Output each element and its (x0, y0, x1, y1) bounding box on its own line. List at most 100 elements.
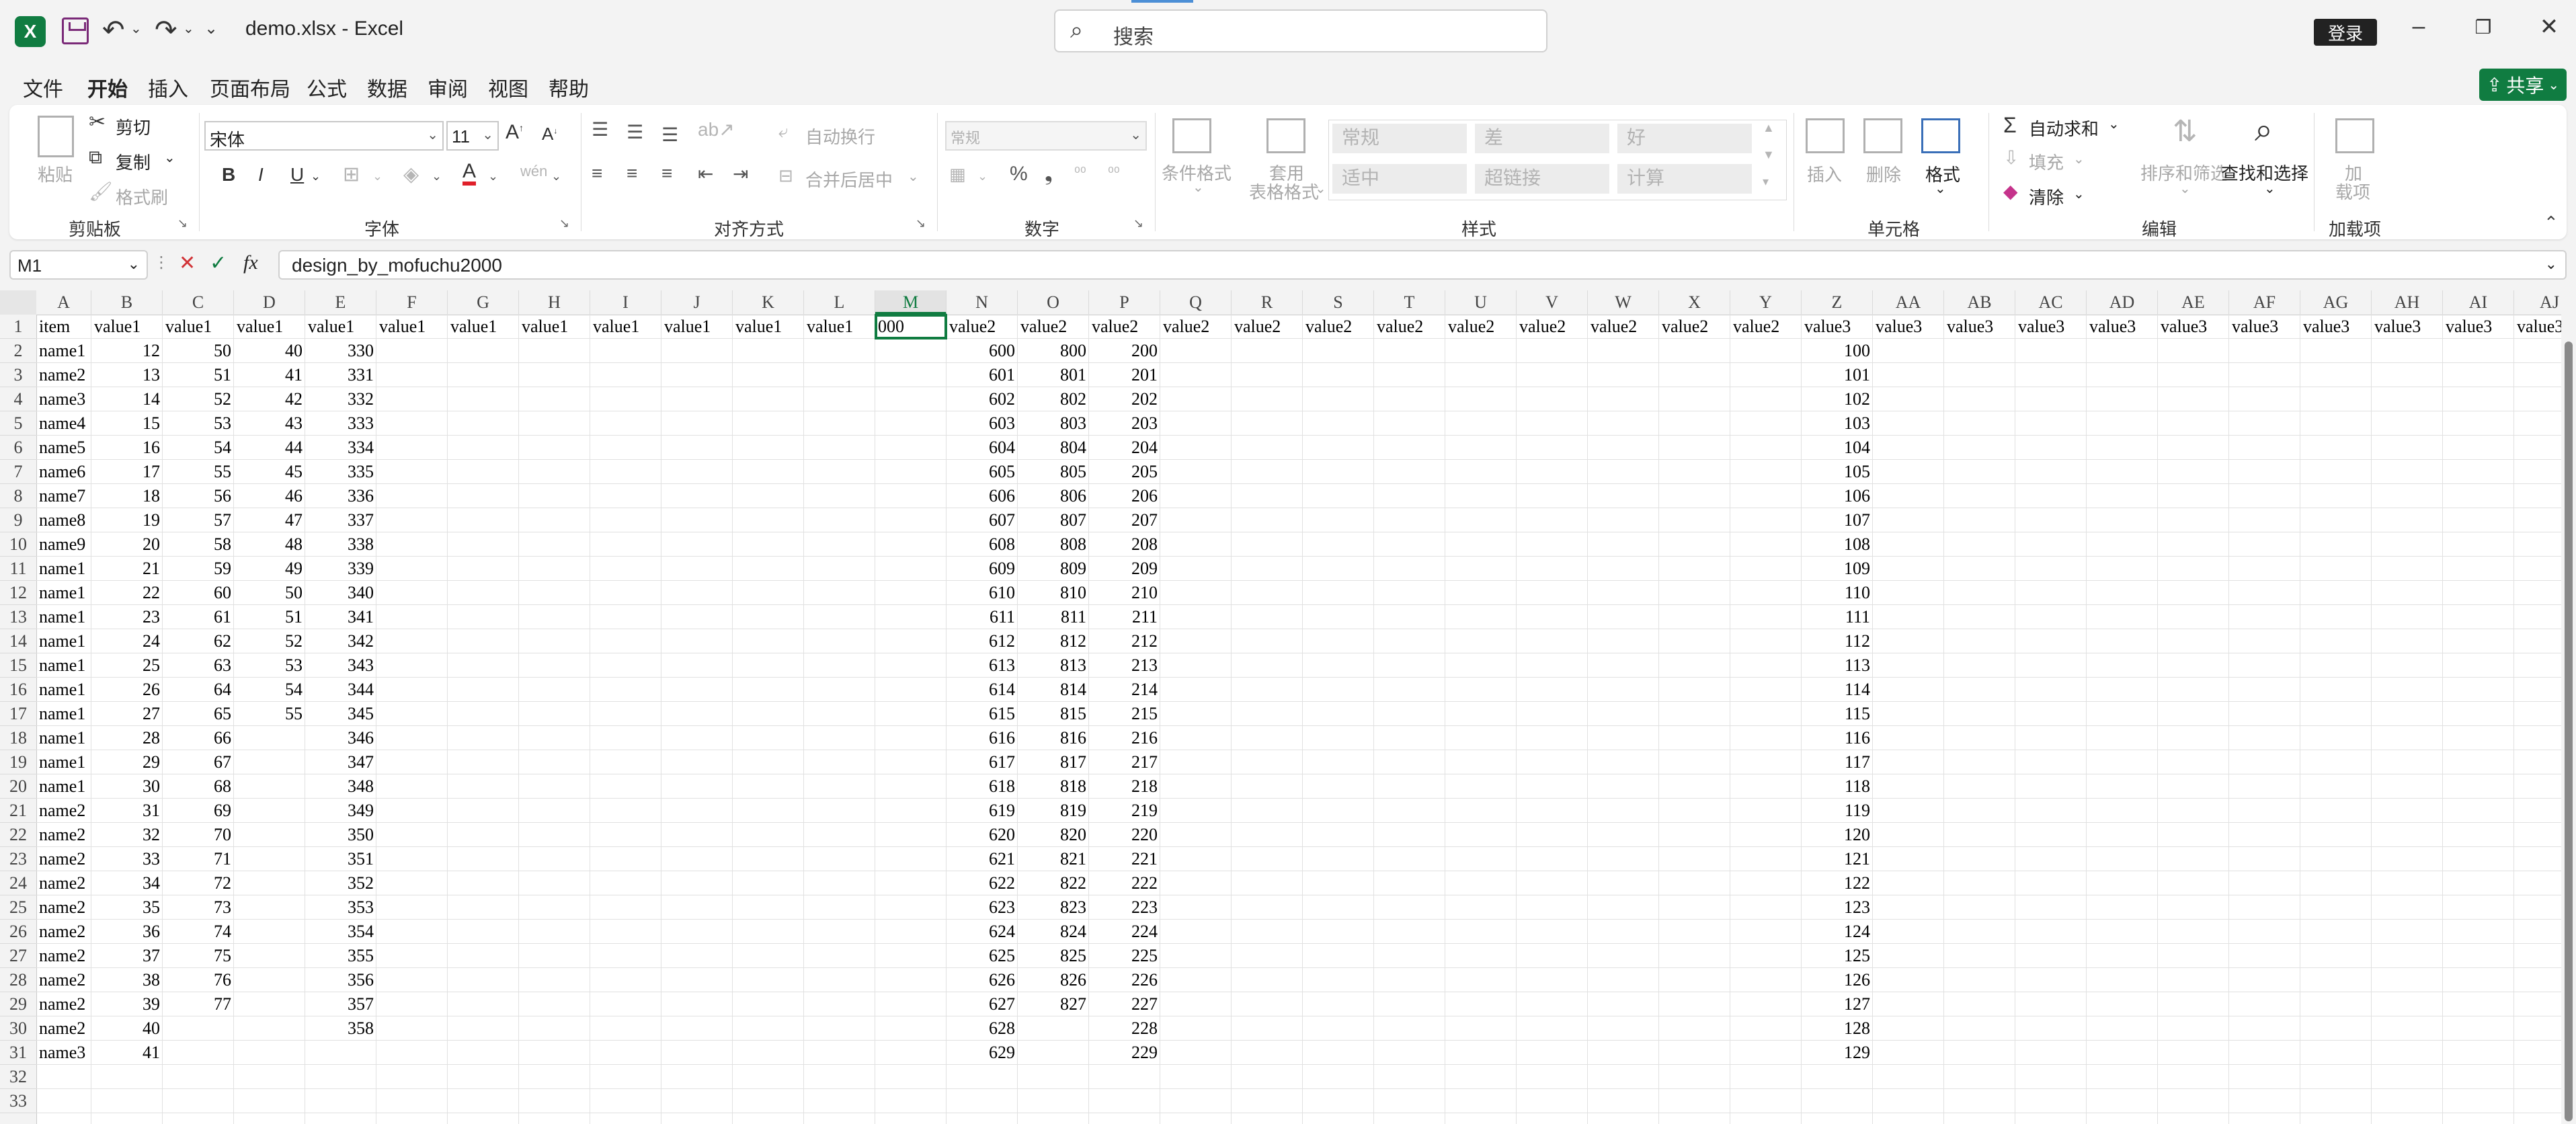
cell-p17[interactable]: 215 (1089, 702, 1160, 726)
cell-b20[interactable]: 30 (91, 774, 163, 799)
column-header-d[interactable]: D (234, 290, 305, 315)
cell-c10[interactable]: 58 (163, 532, 234, 557)
row-header-32[interactable]: 32 (0, 1065, 36, 1089)
cell-p29[interactable]: 227 (1089, 992, 1160, 1016)
cell-e22[interactable]: 350 (305, 823, 376, 847)
cell-z2[interactable]: 100 (1802, 339, 1873, 363)
cell-p1[interactable]: value2 (1089, 315, 1160, 339)
cell-z18[interactable]: 116 (1802, 726, 1873, 750)
cell-z8[interactable]: 106 (1802, 484, 1873, 508)
row-header-22[interactable]: 22 (0, 823, 36, 847)
copy-button[interactable]: 复制 (116, 149, 151, 174)
cancel-icon[interactable]: ✕ (179, 251, 196, 275)
cell-e10[interactable]: 338 (305, 532, 376, 557)
cell-a17[interactable]: name1 (36, 702, 91, 726)
fill-color-dropdown-icon[interactable]: ⌄ (432, 169, 442, 184)
cell-b10[interactable]: 20 (91, 532, 163, 557)
phonetic-dropdown-icon[interactable]: ⌄ (551, 169, 561, 184)
cell-o4[interactable]: 802 (1018, 387, 1089, 411)
row-header-30[interactable]: 30 (0, 1016, 36, 1041)
cell-z24[interactable]: 122 (1802, 871, 1873, 895)
cell-c13[interactable]: 61 (163, 605, 234, 629)
column-header-t[interactable]: T (1374, 290, 1445, 315)
accounting-format-icon[interactable]: ▦ (949, 164, 966, 185)
cell-n1[interactable]: value2 (947, 315, 1018, 339)
column-header-r[interactable]: R (1232, 290, 1303, 315)
tab-file[interactable]: 文件 (23, 73, 63, 102)
cell-p8[interactable]: 206 (1089, 484, 1160, 508)
cell-z10[interactable]: 108 (1802, 532, 1873, 557)
cell-b7[interactable]: 17 (91, 460, 163, 484)
cell-c17[interactable]: 65 (163, 702, 234, 726)
cell-p11[interactable]: 209 (1089, 557, 1160, 581)
column-header-ah[interactable]: AH (2372, 290, 2443, 315)
cell-e28[interactable]: 356 (305, 968, 376, 992)
tab-page-layout[interactable]: 页面布局 (210, 73, 290, 102)
cell-o8[interactable]: 806 (1018, 484, 1089, 508)
cell-n5[interactable]: 603 (947, 411, 1018, 436)
row-header-19[interactable]: 19 (0, 750, 36, 774)
cell-o15[interactable]: 813 (1018, 653, 1089, 678)
alignment-launcher-icon[interactable]: ↘ (916, 216, 926, 231)
cell-o9[interactable]: 807 (1018, 508, 1089, 532)
font-launcher-icon[interactable]: ↘ (559, 216, 569, 231)
vertical-scrollbar[interactable] (2561, 315, 2576, 1124)
cell-a5[interactable]: name4 (36, 411, 91, 436)
cell-ac1[interactable]: value3 (2015, 315, 2087, 339)
cell-z11[interactable]: 109 (1802, 557, 1873, 581)
cell-n12[interactable]: 610 (947, 581, 1018, 605)
name-box[interactable]: M1 ⌄ (9, 250, 148, 280)
cell-p14[interactable]: 212 (1089, 629, 1160, 653)
cell-p9[interactable]: 207 (1089, 508, 1160, 532)
cell-o17[interactable]: 815 (1018, 702, 1089, 726)
column-header-ab[interactable]: AB (1944, 290, 2015, 315)
column-header-e[interactable]: E (305, 290, 376, 315)
column-header-g[interactable]: G (448, 290, 519, 315)
font-color-icon[interactable]: A (462, 161, 477, 186)
cell-a7[interactable]: name6 (36, 460, 91, 484)
cell-o13[interactable]: 811 (1018, 605, 1089, 629)
cell-c16[interactable]: 64 (163, 678, 234, 702)
cell-p30[interactable]: 228 (1089, 1016, 1160, 1041)
cell-d15[interactable]: 53 (234, 653, 305, 678)
cell-z27[interactable]: 125 (1802, 944, 1873, 968)
cell-z13[interactable]: 111 (1802, 605, 1873, 629)
column-header-c[interactable]: C (163, 290, 234, 315)
select-all-corner[interactable] (0, 290, 36, 315)
cell-e11[interactable]: 339 (305, 557, 376, 581)
row-header-17[interactable]: 17 (0, 702, 36, 726)
column-header-aj[interactable]: AJ (2514, 290, 2576, 315)
cell-o20[interactable]: 818 (1018, 774, 1089, 799)
cell-a29[interactable]: name2 (36, 992, 91, 1016)
cell-c11[interactable]: 59 (163, 557, 234, 581)
cell-b27[interactable]: 37 (91, 944, 163, 968)
table-format-dropdown-icon[interactable]: ⌄ (1315, 180, 1326, 197)
cell-p27[interactable]: 225 (1089, 944, 1160, 968)
cell-l1[interactable]: value1 (804, 315, 875, 339)
cell-e6[interactable]: 334 (305, 436, 376, 460)
cell-o6[interactable]: 804 (1018, 436, 1089, 460)
cell-e9[interactable]: 337 (305, 508, 376, 532)
sort-filter-dropdown-icon[interactable]: ⌄ (2179, 180, 2191, 197)
phonetic-icon[interactable]: wén (520, 163, 547, 180)
cell-o26[interactable]: 824 (1018, 920, 1089, 944)
row-header-3[interactable]: 3 (0, 363, 36, 387)
row-header-11[interactable]: 11 (0, 557, 36, 581)
cell-b14[interactable]: 24 (91, 629, 163, 653)
cell-a14[interactable]: name1 (36, 629, 91, 653)
row-header-23[interactable]: 23 (0, 847, 36, 871)
row-header-9[interactable]: 9 (0, 508, 36, 532)
cell-n7[interactable]: 605 (947, 460, 1018, 484)
cell-e27[interactable]: 355 (305, 944, 376, 968)
align-bottom-icon[interactable]: ☰ (661, 124, 678, 146)
cell-e19[interactable]: 347 (305, 750, 376, 774)
border-icon[interactable]: ⊞ (343, 163, 360, 186)
cell-n11[interactable]: 609 (947, 557, 1018, 581)
cell-z22[interactable]: 120 (1802, 823, 1873, 847)
align-top-icon[interactable]: ☰ (592, 118, 608, 140)
row-header-12[interactable]: 12 (0, 581, 36, 605)
column-header-z[interactable]: Z (1802, 290, 1873, 315)
comma-style-icon[interactable]: ❟ (1045, 163, 1053, 186)
cell-b22[interactable]: 32 (91, 823, 163, 847)
cell-c7[interactable]: 55 (163, 460, 234, 484)
